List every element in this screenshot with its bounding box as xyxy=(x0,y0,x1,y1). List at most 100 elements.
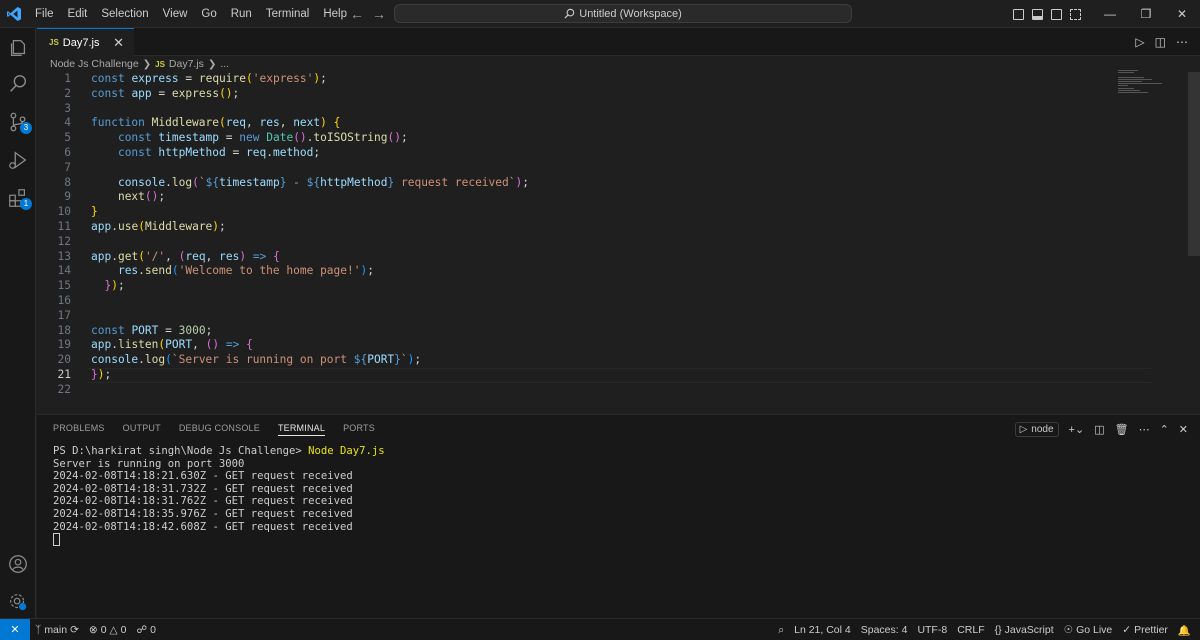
terminal-line: 2024-02-08T14:18:42.608Z - GET request r… xyxy=(53,520,353,533)
menu-go[interactable]: Go xyxy=(194,0,223,28)
menu-help[interactable]: Help xyxy=(316,0,354,28)
toggle-secondary-sidebar-icon[interactable] xyxy=(1051,8,1062,20)
split-terminal-icon[interactable]: ◫ xyxy=(1094,423,1104,436)
tab-problems[interactable]: PROBLEMS xyxy=(53,423,105,436)
code-line: 20 console.log(`Server is running on port… xyxy=(57,353,422,367)
menu-selection[interactable]: Selection xyxy=(94,0,155,28)
error-icon: ⊗ xyxy=(88,623,98,636)
manage-gear-icon[interactable] xyxy=(0,584,36,620)
accounts-icon[interactable] xyxy=(0,546,36,582)
tab-day7-js[interactable]: JS Day7.js ✕ xyxy=(37,28,134,56)
close-window-button[interactable]: ✕ xyxy=(1164,0,1200,28)
forward-arrow-icon[interactable]: → xyxy=(372,6,386,22)
editor-scrollbar[interactable] xyxy=(1188,72,1200,256)
sync-icon[interactable]: ⟳ xyxy=(70,624,79,636)
terminal-line: Server is running on port 3000 xyxy=(53,457,245,470)
problems-indicator[interactable]: ⊗ 0 △ 0 xyxy=(84,624,132,636)
code-line: 8 console.log(`${timestamp} - ${httpMeth… xyxy=(64,175,529,189)
more-actions-icon[interactable]: ⋯ xyxy=(1139,423,1150,436)
indentation[interactable]: Spaces: 4 xyxy=(856,624,913,636)
tab-debug-console[interactable]: DEBUG CONSOLE xyxy=(179,423,260,436)
extensions-icon[interactable]: 1 xyxy=(0,180,36,216)
code-editor[interactable]: 1 const express = require('express'); 2 co… xyxy=(37,72,1187,412)
menu-file[interactable]: File xyxy=(28,0,61,28)
go-live-button[interactable]: ☉ Go Live xyxy=(1059,624,1118,636)
code-line: 15 }); xyxy=(57,279,125,293)
menu-view[interactable]: View xyxy=(156,0,195,28)
extensions-badge: 1 xyxy=(20,198,32,210)
encoding[interactable]: UTF-8 xyxy=(912,624,952,636)
command-center-label: Untitled (Workspace) xyxy=(579,7,682,20)
breadcrumb: Node Js Challenge ❯ JS Day7.js ❯ ... xyxy=(50,56,229,72)
zoom-icon[interactable]: ⌕ xyxy=(773,624,789,637)
warning-icon: △ xyxy=(109,623,118,636)
close-tab-icon[interactable]: ✕ xyxy=(113,35,124,51)
code-line: 5 const timestamp = new Date().toISOStri… xyxy=(64,131,408,145)
bottom-panel: PROBLEMS OUTPUT DEBUG CONSOLE TERMINAL P… xyxy=(37,414,1200,618)
branch-name: main xyxy=(44,623,68,636)
language-label: JavaScript xyxy=(1004,624,1054,636)
terminal-line: 2024-02-08T14:18:35.976Z - GET request r… xyxy=(53,507,353,520)
menu-terminal[interactable]: Terminal xyxy=(259,0,316,28)
explorer-icon[interactable] xyxy=(0,30,36,66)
code-line: 18 const PORT = 3000; xyxy=(57,323,213,337)
editor-tab-bar: JS Day7.js ✕ ▷ ◫ ⋯ xyxy=(37,28,1200,56)
remote-indicator-icon[interactable]: ✕ xyxy=(0,618,30,640)
code-line: 12 xyxy=(57,234,71,248)
code-line: 7 xyxy=(64,160,71,174)
maximize-panel-icon[interactable]: ⌃ xyxy=(1160,423,1169,436)
check-double-icon: ✓ xyxy=(1122,624,1132,636)
close-panel-icon[interactable]: ✕ xyxy=(1179,423,1188,436)
breadcrumb-more[interactable]: ... xyxy=(220,58,229,70)
back-arrow-icon[interactable]: ← xyxy=(350,6,364,22)
tab-ports[interactable]: PORTS xyxy=(343,423,375,436)
toggle-primary-sidebar-icon[interactable] xyxy=(1013,8,1024,20)
menu-run[interactable]: Run xyxy=(224,0,259,28)
run-debug-icon[interactable] xyxy=(0,142,36,178)
language-mode[interactable]: {} JavaScript xyxy=(990,624,1059,636)
more-actions-icon[interactable]: ⋯ xyxy=(1176,35,1188,49)
search-icon xyxy=(564,8,575,19)
terminal-line: 2024-02-08T14:18:21.630Z - GET request r… xyxy=(53,470,353,483)
code-line: 10} xyxy=(57,205,98,219)
split-editor-icon[interactable]: ◫ xyxy=(1155,35,1166,49)
broadcast-icon: ☉ xyxy=(1063,624,1074,636)
run-file-icon[interactable]: ▷ xyxy=(1135,35,1144,49)
new-terminal-icon[interactable]: +⌄ xyxy=(1069,423,1085,436)
customize-layout-icon[interactable] xyxy=(1070,8,1081,20)
search-sidebar-icon[interactable] xyxy=(0,66,36,102)
command-center[interactable]: Untitled (Workspace) xyxy=(394,4,852,23)
error-count: 0 xyxy=(100,623,107,636)
menu-edit[interactable]: Edit xyxy=(61,0,95,28)
cursor-position[interactable]: Ln 21, Col 4 xyxy=(789,624,856,636)
branch-indicator[interactable]: ᛉ main ⟳ xyxy=(30,624,84,636)
activity-bar: 3 1 xyxy=(0,28,36,618)
code-line: 21}); xyxy=(57,368,112,381)
notifications-bell-icon[interactable]: 🔔 xyxy=(1173,624,1196,637)
title-bar: File Edit Selection View Go Run Terminal… xyxy=(0,0,1200,28)
terminal-selector[interactable]: ▷ node xyxy=(1014,422,1059,437)
tab-output[interactable]: OUTPUT xyxy=(123,423,161,436)
tab-terminal[interactable]: TERMINAL xyxy=(277,423,326,436)
code-line: 22 xyxy=(57,382,71,396)
terminal-name: node xyxy=(1031,424,1054,435)
breadcrumb-folder[interactable]: Node Js Challenge xyxy=(50,58,139,70)
warning-count: 0 xyxy=(120,623,127,636)
braces-icon: {} xyxy=(994,624,1002,636)
breadcrumb-file[interactable]: Day7.js xyxy=(169,58,204,70)
prettier-button[interactable]: ✓ Prettier xyxy=(1117,624,1173,636)
source-control-icon[interactable]: 3 xyxy=(0,104,36,140)
ports-indicator[interactable]: ☍ 0 xyxy=(131,624,160,636)
toggle-panel-icon[interactable] xyxy=(1032,8,1043,20)
chevron-right-icon: ❯ xyxy=(207,58,217,70)
terminal-output[interactable]: PS D:\harkirat singh\Node Js Challenge> … xyxy=(53,445,385,547)
minimap[interactable] xyxy=(1118,70,1178,100)
javascript-file-icon: JS xyxy=(155,59,165,69)
ports-icon: ☍ xyxy=(136,623,148,636)
line-ending[interactable]: CRLF xyxy=(952,624,989,636)
git-branch-icon: ᛉ xyxy=(35,623,42,636)
minimize-button[interactable]: — xyxy=(1092,0,1128,28)
code-line: 2 const app = express(); xyxy=(64,86,240,100)
restore-button[interactable]: ❐ xyxy=(1128,0,1164,28)
trash-icon[interactable]: 🗑 xyxy=(1115,423,1129,436)
